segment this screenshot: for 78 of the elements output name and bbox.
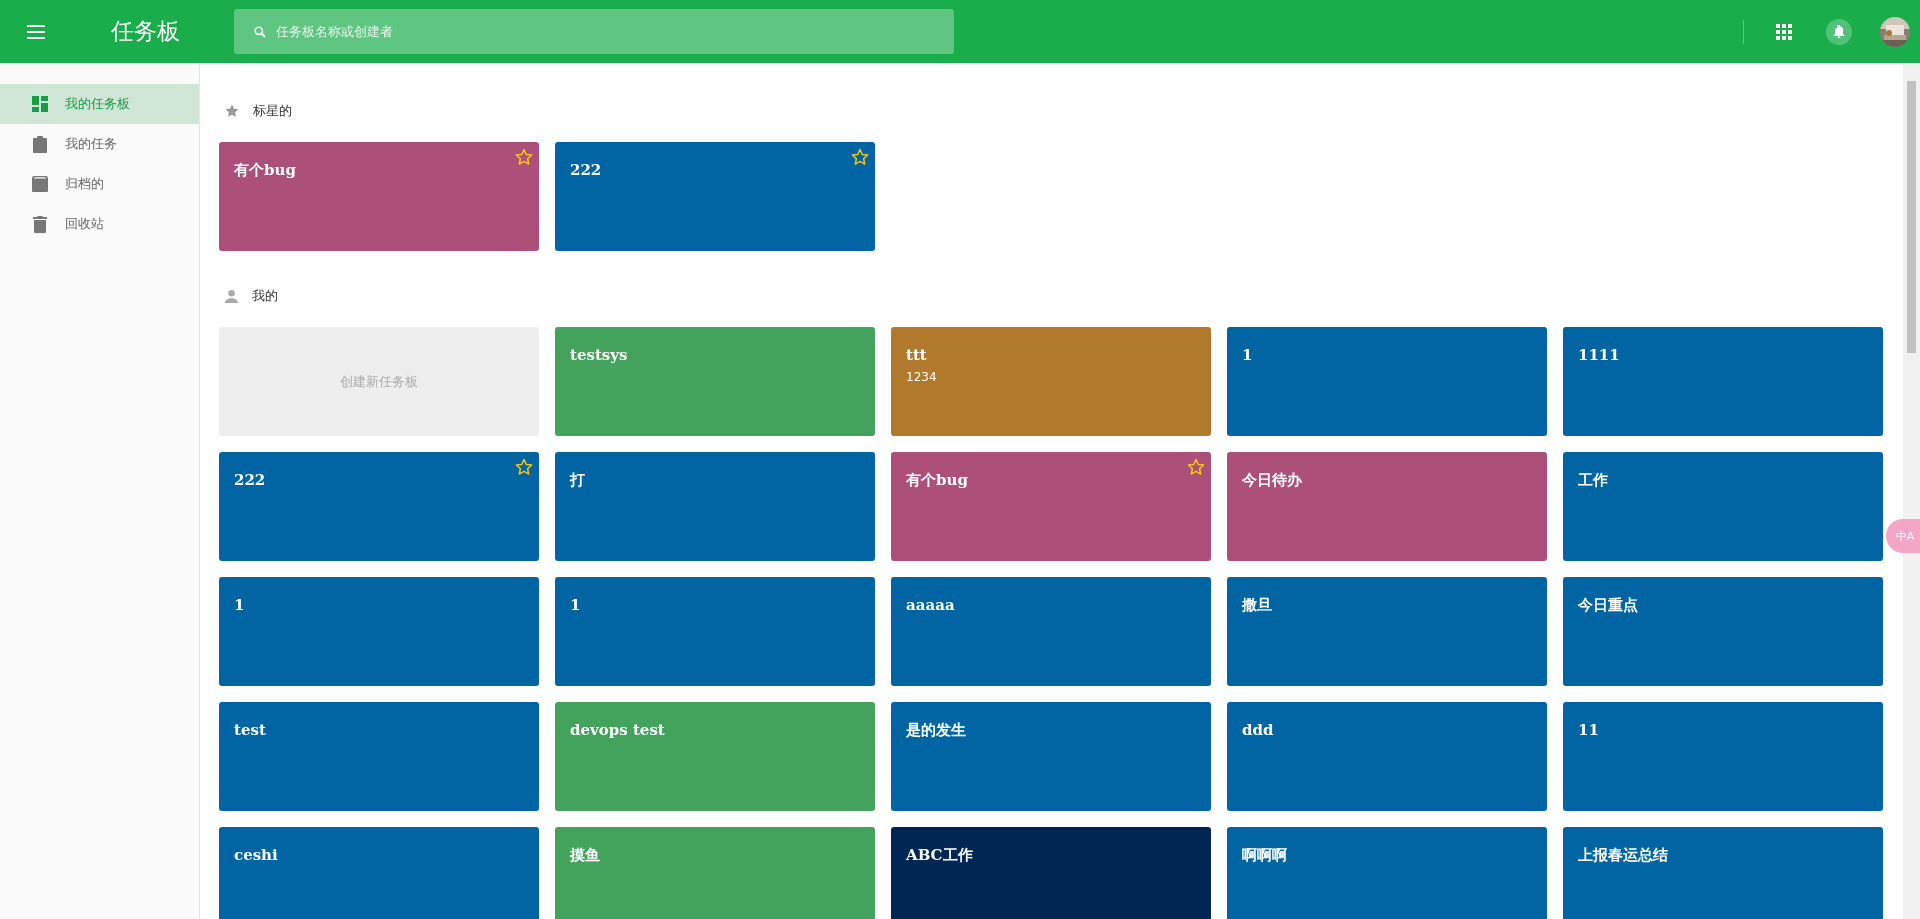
board-title: 11 bbox=[1578, 721, 1599, 739]
board-title: 222 bbox=[234, 471, 266, 489]
board-card[interactable]: test bbox=[219, 702, 539, 811]
person-icon bbox=[225, 289, 238, 303]
board-card[interactable]: ceshi bbox=[219, 827, 539, 919]
star-icon bbox=[225, 104, 239, 118]
board-title: testsys bbox=[570, 346, 628, 364]
board-title: 有个bug bbox=[234, 161, 296, 180]
board-card[interactable]: 1 bbox=[555, 577, 875, 686]
board-card[interactable]: 打 bbox=[555, 452, 875, 561]
board-card[interactable]: testsys bbox=[555, 327, 875, 436]
board-card[interactable]: 有个bug bbox=[219, 142, 539, 251]
board-title: ttt bbox=[906, 346, 927, 364]
board-title: 啊啊啊 bbox=[1242, 846, 1287, 865]
board-title: 打 bbox=[570, 471, 585, 490]
star-icon[interactable] bbox=[1187, 458, 1205, 476]
board-card[interactable]: ddd bbox=[1227, 702, 1547, 811]
board-card[interactable]: 222 bbox=[219, 452, 539, 561]
board-title: test bbox=[234, 721, 266, 739]
board-card[interactable]: 222 bbox=[555, 142, 875, 251]
user-avatar[interactable] bbox=[1880, 16, 1910, 47]
sidebar-item-label: 我的任务 bbox=[65, 135, 117, 153]
board-title: 撒旦 bbox=[1242, 596, 1272, 615]
board-card[interactable]: 今日重点 bbox=[1563, 577, 1883, 686]
board-card[interactable]: 有个bug bbox=[891, 452, 1211, 561]
board-title: 今日待办 bbox=[1242, 471, 1302, 490]
board-card[interactable]: 工作 bbox=[1563, 452, 1883, 561]
star-icon[interactable] bbox=[515, 148, 533, 166]
board-title: 222 bbox=[570, 161, 602, 179]
dashboard-icon bbox=[32, 96, 48, 112]
board-title: 今日重点 bbox=[1578, 596, 1638, 615]
board-title: 摸鱼 bbox=[570, 846, 600, 865]
sidebar-item-label: 回收站 bbox=[65, 215, 104, 233]
sidebar-item-label: 我的任务板 bbox=[65, 95, 130, 113]
board-card[interactable]: 上报春运总结 bbox=[1563, 827, 1883, 919]
board-title: 1111 bbox=[1578, 346, 1620, 364]
apps-grid-icon[interactable] bbox=[1776, 23, 1792, 40]
board-title: 1 bbox=[1242, 346, 1253, 364]
clipboard-icon bbox=[32, 135, 48, 153]
board-card[interactable]: ttt 1234 bbox=[891, 327, 1211, 436]
board-card[interactable]: 11 bbox=[1563, 702, 1883, 811]
star-icon[interactable] bbox=[515, 458, 533, 476]
app-title: 任务板 bbox=[111, 17, 181, 46]
board-card[interactable]: 摸鱼 bbox=[555, 827, 875, 919]
bell-icon bbox=[1833, 25, 1845, 38]
board-title: devops test bbox=[570, 721, 665, 739]
board-title: ddd bbox=[1242, 721, 1274, 739]
board-description: 1234 bbox=[906, 370, 937, 384]
sidebar-item[interactable]: 我的任务 bbox=[0, 124, 199, 164]
board-card[interactable]: 今日待办 bbox=[1227, 452, 1547, 561]
board-title: ABC工作 bbox=[906, 846, 973, 865]
board-title: 是的发生 bbox=[906, 721, 966, 740]
board-card[interactable]: 是的发生 bbox=[891, 702, 1211, 811]
board-title: 有个bug bbox=[906, 471, 968, 490]
notification-bell-button[interactable] bbox=[1826, 18, 1852, 45]
board-card[interactable]: ABC工作 bbox=[891, 827, 1211, 919]
star-icon[interactable] bbox=[851, 148, 869, 166]
board-title: 上报春运总结 bbox=[1578, 846, 1668, 865]
sidebar-item[interactable]: 归档的 bbox=[0, 164, 199, 204]
sidebar-item[interactable]: 回收站 bbox=[0, 204, 199, 244]
board-card[interactable]: 1 bbox=[1227, 327, 1547, 436]
trash-icon bbox=[32, 215, 48, 233]
board-title: 1 bbox=[570, 596, 581, 614]
board-card[interactable]: 撒旦 bbox=[1227, 577, 1547, 686]
archive-icon bbox=[32, 176, 48, 192]
section-title: 我的 bbox=[252, 287, 278, 305]
board-card[interactable]: aaaaa bbox=[891, 577, 1211, 686]
sidebar-item-label: 归档的 bbox=[65, 175, 104, 193]
section-title: 标星的 bbox=[253, 102, 292, 120]
board-card[interactable]: 啊啊啊 bbox=[1227, 827, 1547, 919]
board-title: aaaaa bbox=[906, 596, 955, 614]
board-title: ceshi bbox=[234, 846, 278, 864]
board-card[interactable]: 1 bbox=[219, 577, 539, 686]
board-card[interactable]: 1111 bbox=[1563, 327, 1883, 436]
board-title: 1 bbox=[234, 596, 245, 614]
search-icon bbox=[254, 26, 266, 38]
board-title: 工作 bbox=[1578, 471, 1608, 490]
board-card[interactable]: devops test bbox=[555, 702, 875, 811]
